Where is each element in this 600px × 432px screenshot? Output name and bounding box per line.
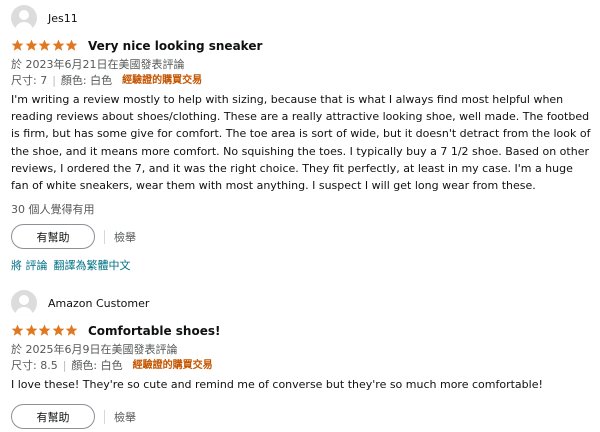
divider xyxy=(104,409,105,424)
avatar-icon xyxy=(11,290,37,316)
review-title-row: Very nice looking sneaker xyxy=(11,37,591,54)
reviewer-name[interactable]: Jes11 xyxy=(48,12,78,25)
translate-row: 將 評論 翻譯為繁體中文 xyxy=(11,257,591,273)
review-variant-info: 尺寸: 7 | 顏色: 白色 經驗證的購買交易 xyxy=(11,73,591,88)
review-title-row: Comfortable shoes! xyxy=(11,322,591,339)
star-icon xyxy=(38,39,51,51)
star-rating[interactable] xyxy=(11,39,79,52)
separator: | xyxy=(52,74,56,87)
verified-purchase-badge: 經驗證的購買交易 xyxy=(132,360,213,371)
star-icon xyxy=(11,324,24,336)
review-date: 於 2023年6月21日在美國發表評論 xyxy=(11,58,185,71)
helpful-button[interactable]: 有幫助 xyxy=(11,404,95,430)
reviewer-profile[interactable]: Jes11 xyxy=(11,5,591,31)
report-link[interactable]: 檢舉 xyxy=(114,229,136,245)
helpful-count: 30 個人覺得有用 xyxy=(11,203,95,217)
verified-purchase-badge: 經驗證的購買交易 xyxy=(122,75,203,86)
star-icon xyxy=(11,39,24,51)
review-title[interactable]: Comfortable shoes! xyxy=(88,324,220,338)
separator: | xyxy=(62,359,67,372)
report-link[interactable]: 檢舉 xyxy=(114,409,136,425)
review-body: I'm writing a review mostly to help with… xyxy=(11,93,591,193)
review-body: I love these! They're so cute and remind… xyxy=(11,378,543,391)
star-icon xyxy=(66,39,78,51)
review-card: Jes11 Very nice looking sneaker 於 2023年6… xyxy=(11,5,591,273)
review-date: 於 2025年6月9日在美國發表評論 xyxy=(11,343,178,356)
translate-review-link[interactable]: 將 評論 xyxy=(11,257,48,273)
color-label[interactable]: 顏色: 白色 xyxy=(71,358,122,373)
size-label[interactable]: 尺寸: 8.5 xyxy=(11,358,58,373)
review-actions: 有幫助 檢舉 xyxy=(11,404,591,430)
star-icon xyxy=(38,324,51,336)
avatar-icon xyxy=(11,5,37,31)
helpful-button[interactable]: 有幫助 xyxy=(11,224,95,250)
reviewer-name[interactable]: Amazon Customer xyxy=(48,297,149,310)
star-icon xyxy=(66,324,78,336)
star-rating[interactable] xyxy=(11,324,79,337)
star-icon xyxy=(52,324,65,336)
divider xyxy=(104,229,105,244)
review-actions: 有幫助 檢舉 xyxy=(11,224,591,250)
translate-language-link[interactable]: 翻譯為繁體中文 xyxy=(54,257,131,273)
size-label[interactable]: 尺寸: 7 xyxy=(11,73,47,88)
star-icon xyxy=(52,39,65,51)
review-variant-info: 尺寸: 8.5 | 顏色: 白色 經驗證的購買交易 xyxy=(11,358,591,373)
color-label[interactable]: 顏色: 白色 xyxy=(61,73,112,88)
review-card: Amazon Customer Comfortable shoes! 於 202… xyxy=(11,290,591,430)
reviewer-profile[interactable]: Amazon Customer xyxy=(11,290,591,316)
star-icon xyxy=(25,39,37,51)
review-title[interactable]: Very nice looking sneaker xyxy=(88,39,262,53)
star-icon xyxy=(25,324,37,336)
